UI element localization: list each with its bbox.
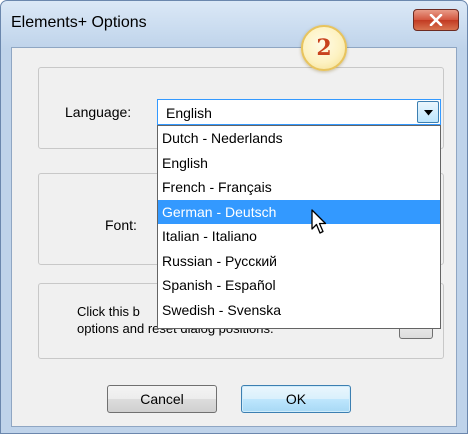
language-option[interactable]: Russian - Русский [158, 249, 440, 274]
mouse-pointer-icon [311, 209, 329, 240]
options-dialog: Elements+ Options 2 Language: Font: Clic… [0, 0, 468, 434]
font-label: Font: [105, 217, 137, 233]
ok-button[interactable]: OK [241, 385, 351, 413]
cancel-button[interactable]: Cancel [107, 385, 217, 413]
language-option[interactable]: Italian - Italiano [158, 224, 440, 249]
language-option[interactable]: Swedish - Svenska [158, 298, 440, 323]
language-option[interactable]: French - Français [158, 175, 440, 200]
language-option[interactable]: English [158, 151, 440, 176]
language-label: Language: [65, 104, 132, 120]
close-icon [429, 14, 443, 26]
language-option[interactable]: Spanish - Español [158, 273, 440, 298]
dropdown-arrow-button[interactable] [417, 101, 439, 123]
step-number-badge: 2 [301, 25, 347, 71]
window-title: Elements+ Options [11, 14, 147, 31]
language-option-highlighted[interactable]: German - Deutsch [158, 199, 440, 224]
language-select[interactable]: English [157, 99, 441, 125]
chevron-down-icon [423, 103, 433, 121]
language-option[interactable]: Dutch - Nederlands [158, 126, 440, 151]
close-button[interactable] [413, 9, 459, 31]
language-dropdown-list: Dutch - Nederlands English French - Fran… [157, 125, 441, 329]
title-bar[interactable]: Elements+ Options [1, 1, 467, 47]
language-select-value: English [166, 105, 212, 121]
